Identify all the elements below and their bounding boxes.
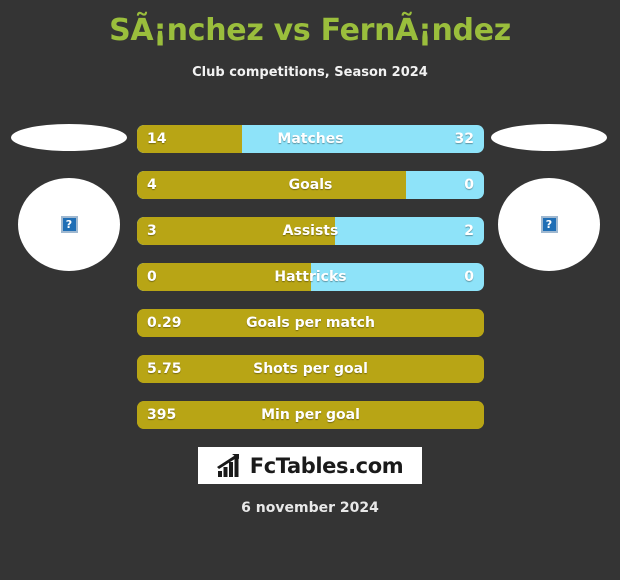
- logo-text: FcTables.com: [249, 453, 404, 478]
- player-left-avatar: ?: [18, 178, 120, 271]
- stat-label: Min per goal: [261, 407, 360, 423]
- stat-value-right: 0: [464, 177, 474, 193]
- bar-chart-growth-icon: [216, 453, 239, 477]
- stat-value-right: 0: [464, 269, 474, 285]
- stat-row: 395 Min per goal: [137, 401, 484, 429]
- broken-image-icon: ?: [540, 216, 558, 233]
- stat-row: 0.29 Goals per match: [137, 309, 484, 337]
- fctables-logo[interactable]: FcTables.com: [198, 447, 422, 484]
- stat-label: Matches: [277, 131, 344, 147]
- stats-comparison-list: 14 Matches 32 4 Goals 0 3 Assists 2 0 Hattricks 0 0.…: [137, 125, 484, 447]
- page-title: SÃ¡nchez vs FernÃ¡ndez: [109, 13, 511, 48]
- stat-row: 0 Hattricks 0: [137, 263, 484, 291]
- stat-row: 14 Matches 32: [137, 125, 484, 153]
- stat-row: 5.75 Shots per goal: [137, 355, 484, 383]
- player-right-top-ellipse: [491, 124, 607, 151]
- broken-image-icon: ?: [60, 216, 78, 233]
- stat-value-right: 32: [454, 131, 474, 147]
- stat-label: Goals: [288, 177, 333, 193]
- player-left-photo-block: ?: [8, 118, 130, 288]
- stat-label: Goals per match: [246, 315, 375, 331]
- footer-date: 6 november 2024: [241, 500, 379, 516]
- page-subtitle: Club competitions, Season 2024: [192, 65, 428, 80]
- stat-value-right: 2: [464, 223, 474, 239]
- stat-row: 3 Assists 2: [137, 217, 484, 245]
- player-left-top-ellipse: [11, 124, 127, 151]
- stat-label: Hattricks: [274, 269, 347, 285]
- stat-row: 4 Goals 0: [137, 171, 484, 199]
- player-right-photo-block: ?: [488, 118, 610, 288]
- stat-label: Shots per goal: [253, 361, 368, 377]
- stat-label: Assists: [282, 223, 339, 239]
- player-right-avatar: ?: [498, 178, 600, 271]
